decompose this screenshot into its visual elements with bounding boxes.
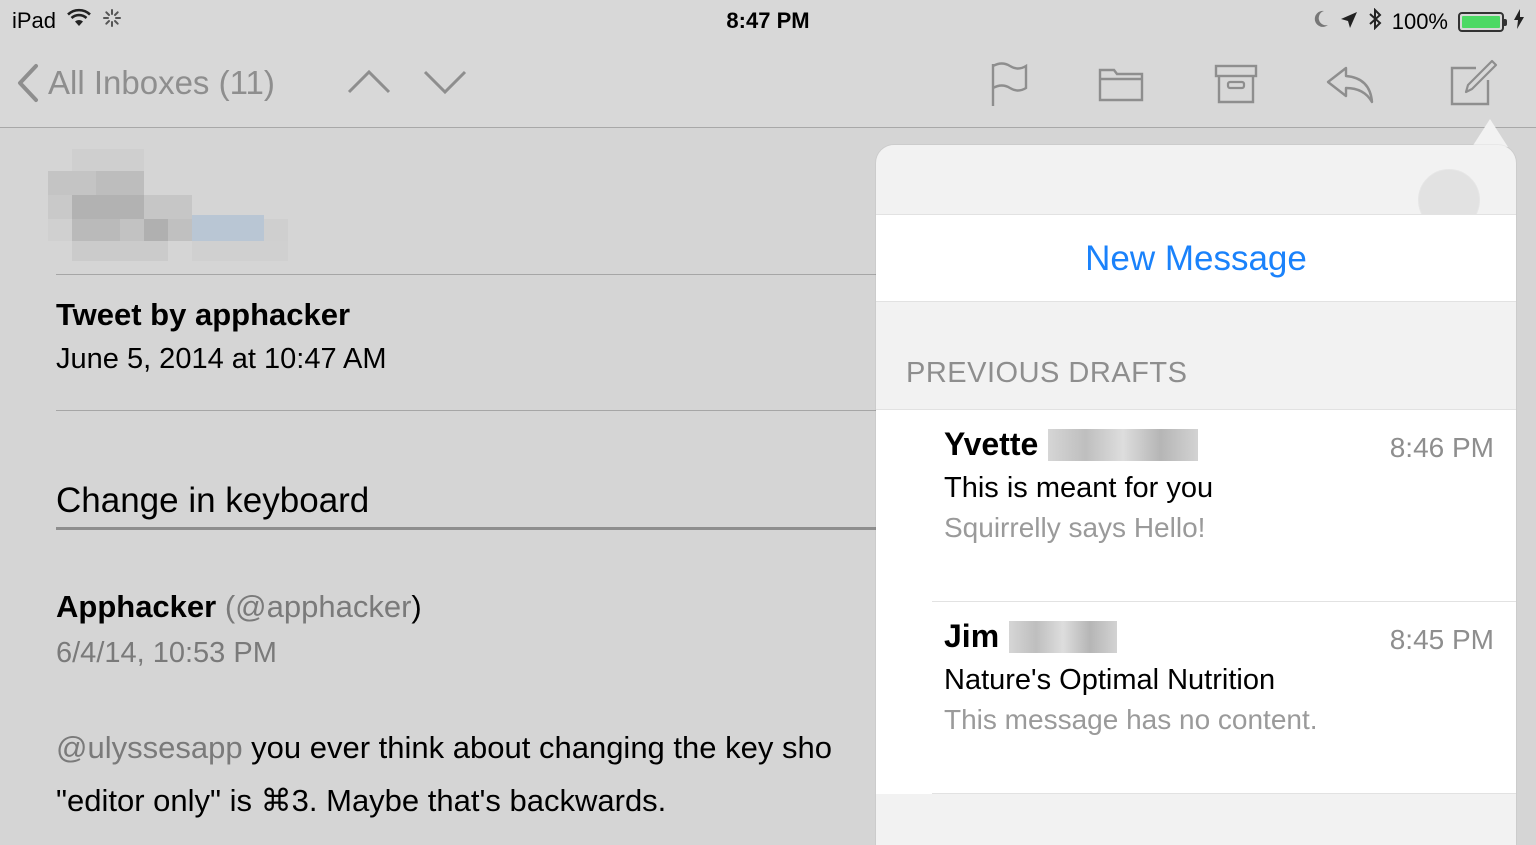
clock: 8:47 PM: [726, 8, 810, 33]
reply-button[interactable]: [1324, 58, 1376, 110]
chevron-down-icon: [423, 70, 467, 95]
tweet-line-2: "editor only" is ⌘3. Maybe that's backwa…: [56, 783, 667, 818]
draft-recipient: Yvette: [944, 426, 1039, 462]
draft-subject: This is meant for you: [944, 472, 1214, 504]
author-name: Apphacker: [56, 589, 217, 624]
tweet-mention[interactable]: @ulyssesapp: [56, 730, 243, 765]
mail-toolbar: All Inboxes (11): [0, 40, 1536, 128]
archive-icon: [1214, 64, 1258, 104]
chevron-up-icon: [347, 69, 391, 94]
next-message-button[interactable]: [422, 64, 468, 100]
header-divider: [56, 274, 896, 275]
moon-icon: [1312, 9, 1330, 35]
location-arrow-icon: [1340, 9, 1358, 35]
redacted-surname: [1048, 428, 1199, 461]
compose-popover: New Message PREVIOUS DRAFTS Yvette 8:46 …: [876, 145, 1516, 845]
draft-preview: This message has no content.: [944, 704, 1318, 735]
compose-button[interactable]: [1446, 58, 1498, 110]
message-headline: Change in keyboard: [56, 481, 370, 520]
back-label: All Inboxes (11): [48, 64, 275, 101]
previous-message-button[interactable]: [346, 64, 392, 100]
author-handle[interactable]: @apphacker: [235, 589, 411, 624]
author-handle-close: ): [411, 589, 422, 624]
back-to-inboxes-button[interactable]: All Inboxes (11): [14, 62, 275, 104]
draft-preview: Squirrelly says Hello!: [944, 512, 1206, 543]
draft-item[interactable]: Jim 8:45 PM Nature's Optimal Nutrition T…: [932, 602, 1516, 794]
bluetooth-icon: [1368, 7, 1382, 36]
battery-percentage: 100%: [1391, 9, 1448, 34]
draft-recipient: Jim: [944, 618, 1000, 654]
archive-button[interactable]: [1210, 58, 1262, 110]
headline-rule: [56, 527, 896, 530]
reply-icon: [1326, 66, 1374, 104]
compose-icon: [1450, 59, 1498, 106]
new-message-button[interactable]: New Message: [876, 214, 1516, 302]
message-subject: Tweet by apphacker: [56, 297, 351, 332]
previous-drafts-header: PREVIOUS DRAFTS: [906, 357, 1188, 389]
body-divider: [56, 410, 896, 411]
redacted-surname: [1009, 620, 1118, 653]
charging-bolt-icon: [1514, 9, 1524, 35]
battery-icon: [1458, 12, 1507, 32]
folder-icon: [1098, 68, 1144, 102]
tweet-timestamp: 6/4/14, 10:53 PM: [56, 637, 277, 669]
flag-icon: [991, 62, 1028, 106]
draft-time: 8:45 PM: [1389, 624, 1494, 655]
move-to-folder-button[interactable]: [1095, 58, 1147, 110]
tweet-author: Apphacker (@apphacker): [56, 589, 422, 625]
sender-avatar-redacted: [48, 149, 308, 261]
chevron-left-icon: [18, 64, 38, 102]
draft-item[interactable]: Yvette 8:46 PM This is meant for you Squ…: [932, 410, 1516, 602]
tweet-body: @ulyssesapp you ever think about changin…: [56, 721, 896, 827]
tweet-line-1: you ever think about changing the key sh…: [242, 730, 832, 765]
draft-time: 8:46 PM: [1389, 432, 1494, 463]
popover-arrow: [1472, 119, 1508, 147]
flag-button[interactable]: [984, 58, 1036, 110]
drafts-list: Yvette 8:46 PM This is meant for you Squ…: [876, 409, 1516, 794]
message-date: June 5, 2014 at 10:47 AM: [56, 343, 387, 375]
draft-subject: Nature's Optimal Nutrition: [944, 664, 1276, 696]
author-handle-open: (: [216, 589, 236, 624]
status-bar: iPad 8:47 PM 100%: [0, 0, 1536, 40]
